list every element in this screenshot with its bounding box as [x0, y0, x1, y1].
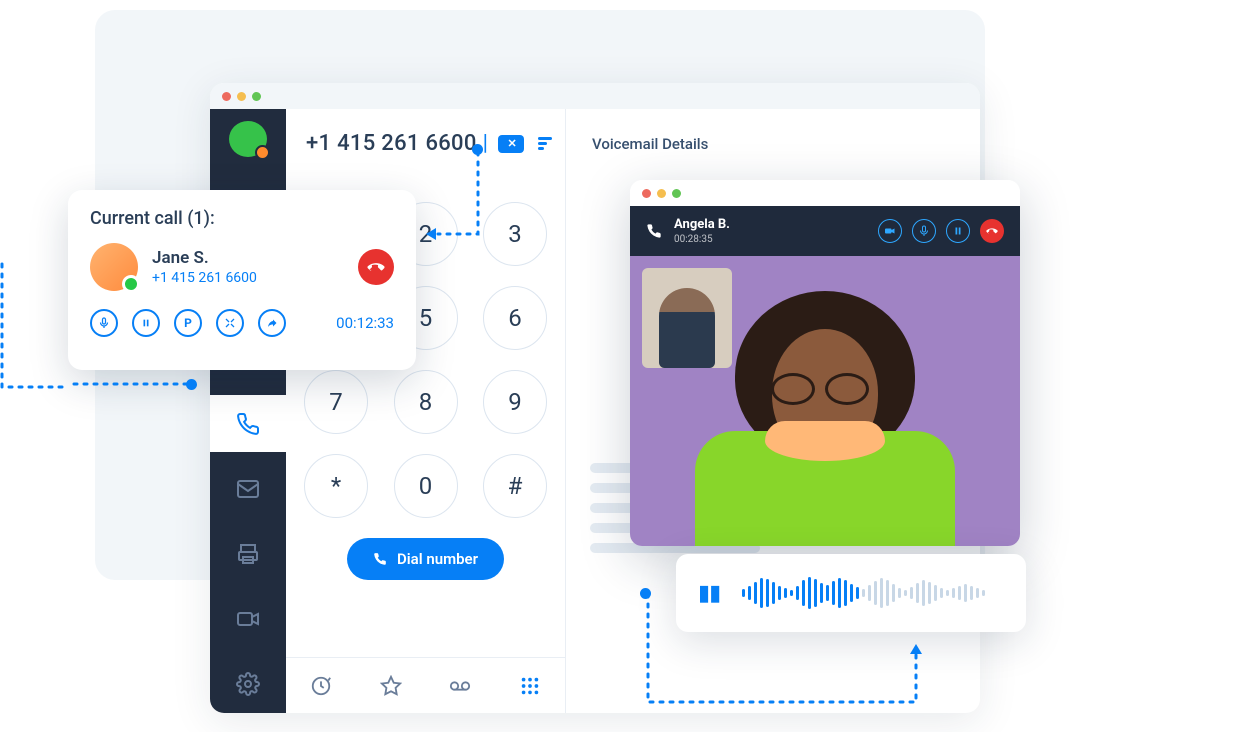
fax-icon: [236, 542, 260, 566]
dial-menu-button[interactable]: [538, 135, 552, 152]
tab-keypad[interactable]: [519, 675, 541, 697]
video-peer-name: Angela B.: [674, 217, 730, 232]
video-icon: [236, 607, 260, 631]
video-icon: [884, 225, 896, 237]
dial-input-row: +1 415 261 6600 | ✕: [286, 109, 565, 172]
caller-name: Jane S.: [152, 248, 257, 268]
video-titlebar: [630, 180, 1020, 206]
transfer-button[interactable]: [258, 309, 286, 337]
hangup-button[interactable]: [358, 249, 394, 285]
video-toolbar: Angela B. 00:28:35: [630, 206, 1020, 256]
video-hangup-button[interactable]: [980, 219, 1004, 243]
arrow-to-dialer: [432, 150, 482, 240]
phone-icon: [236, 412, 260, 436]
tab-favorites[interactable]: [380, 675, 402, 697]
tab-voicemail[interactable]: [449, 675, 471, 697]
mute-button[interactable]: [90, 309, 118, 337]
self-video-pip[interactable]: [642, 268, 732, 368]
voicemail-details-header: Voicemail Details: [566, 109, 980, 179]
dial-number-button[interactable]: Dial number: [347, 538, 504, 580]
arrow-to-audio: [646, 592, 926, 712]
key-7[interactable]: 7: [304, 370, 368, 434]
arrow-to-call-card: [0, 262, 70, 392]
star-icon: [380, 675, 402, 697]
video-timer: 00:28:35: [674, 234, 730, 245]
video-hold-button[interactable]: [946, 219, 970, 243]
video-toggle-button[interactable]: [878, 219, 902, 243]
user-avatar[interactable]: [229, 121, 267, 157]
forward-icon: [266, 317, 278, 329]
pause-icon: [952, 225, 964, 237]
arrow-head-up: [910, 644, 922, 654]
current-call-card: Current call (1): Jane S. +1 415 261 660…: [68, 190, 416, 370]
phone-icon: [373, 552, 387, 566]
nav-video[interactable]: [210, 591, 286, 648]
backspace-button[interactable]: ✕: [498, 135, 524, 153]
gear-icon: [236, 672, 260, 696]
voicemail-icon: [449, 675, 471, 697]
keypad-icon: [519, 675, 541, 697]
video-feed: [630, 256, 1020, 546]
current-call-title: Current call (1):: [90, 208, 394, 229]
expand-icon: [224, 317, 236, 329]
arrow-dot: [186, 379, 197, 390]
call-timer: 00:12:33: [336, 314, 394, 332]
arrow-head-left: [426, 228, 436, 240]
park-button[interactable]: P: [174, 309, 202, 337]
caller-avatar: [90, 243, 138, 291]
mail-icon: [236, 477, 260, 501]
nav-settings[interactable]: [210, 656, 286, 713]
key-0[interactable]: 0: [394, 454, 458, 518]
key-3[interactable]: 3: [483, 202, 547, 266]
nav-messages[interactable]: [210, 460, 286, 517]
arrow-to-sidebar: [72, 378, 200, 390]
caller-number: +1 415 261 6600: [152, 270, 257, 286]
hangup-icon: [986, 225, 998, 237]
remote-video-person: [710, 291, 940, 546]
key-8[interactable]: 8: [394, 370, 458, 434]
key-hash[interactable]: #: [483, 454, 547, 518]
hangup-icon: [367, 258, 385, 276]
merge-button[interactable]: [216, 309, 244, 337]
history-icon: [310, 675, 332, 697]
phone-icon: [646, 223, 662, 239]
tab-recent[interactable]: [310, 675, 332, 697]
video-mute-button[interactable]: [912, 219, 936, 243]
hold-button[interactable]: [132, 309, 160, 337]
win-min-dot[interactable]: [237, 92, 246, 101]
key-9[interactable]: 9: [483, 370, 547, 434]
key-star[interactable]: *: [304, 454, 368, 518]
win-close-dot[interactable]: [222, 92, 231, 101]
mic-icon: [918, 225, 930, 237]
vw-max[interactable]: [672, 189, 681, 198]
win-max-dot[interactable]: [252, 92, 261, 101]
dial-button-label: Dial number: [397, 550, 478, 568]
mic-icon: [98, 317, 110, 329]
nav-fax[interactable]: [210, 526, 286, 583]
dial-cursor: |: [483, 131, 488, 156]
vw-min[interactable]: [657, 189, 666, 198]
key-6[interactable]: 6: [483, 286, 547, 350]
video-call-window: Angela B. 00:28:35: [630, 180, 1020, 546]
nav-phone[interactable]: [210, 395, 286, 452]
dialer-bottom-tabs: [286, 657, 565, 713]
window-titlebar: [210, 83, 980, 109]
pause-icon: [141, 318, 151, 328]
vw-close[interactable]: [642, 189, 651, 198]
